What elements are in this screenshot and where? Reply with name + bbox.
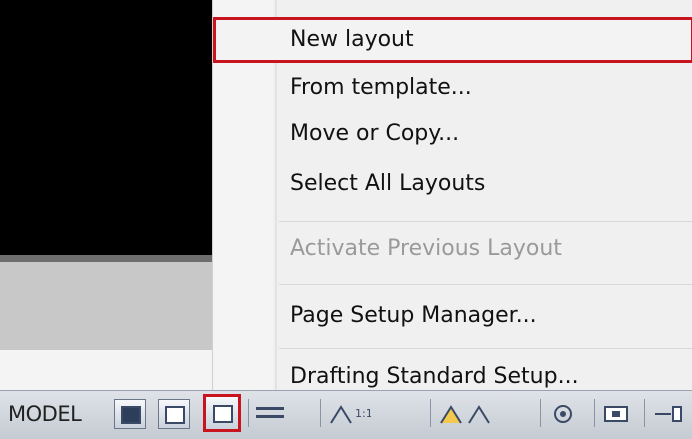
- menu-separator: [279, 284, 692, 285]
- menu-item-move-or-copy[interactable]: Move or Copy...: [213, 116, 692, 152]
- annotation-scale-icon[interactable]: 1:1: [320, 399, 376, 427]
- canvas-divider: [0, 255, 212, 262]
- menu-item-new-layout[interactable]: New layout: [213, 17, 692, 63]
- svg-text:1:1: 1:1: [355, 407, 371, 420]
- toolbar-lock-icon[interactable]: [594, 399, 638, 427]
- menu-item-select-all-layouts[interactable]: Select All Layouts: [213, 166, 692, 202]
- menu-separator: [279, 221, 692, 222]
- quick-view-layouts-icon[interactable]: [203, 394, 241, 432]
- model-label[interactable]: MODEL: [8, 402, 82, 426]
- menu-item-from-template[interactable]: From template...: [213, 70, 692, 106]
- layout-context-menu: New layout From template... Move or Copy…: [212, 0, 692, 393]
- status-tray-icon[interactable]: [644, 399, 690, 427]
- canvas-panel: [0, 262, 212, 350]
- menu-item-page-setup-manager[interactable]: Page Setup Manager...: [213, 298, 692, 334]
- menu-separator: [279, 348, 692, 349]
- quick-view-drawings-icon[interactable]: [248, 399, 288, 427]
- drawing-canvas[interactable]: [0, 0, 212, 255]
- workspace-icon[interactable]: [540, 399, 584, 427]
- model-space-icon[interactable]: [114, 399, 146, 429]
- layout-icon[interactable]: [158, 399, 190, 429]
- annotation-visibility-icon[interactable]: [430, 399, 500, 427]
- status-bar: MODEL 1:1: [0, 390, 692, 439]
- menu-item-activate-previous-layout: Activate Previous Layout: [290, 236, 562, 261]
- command-line-area: [0, 350, 212, 390]
- menu-item-drafting-standard-setup[interactable]: Drafting Standard Setup...: [213, 361, 692, 393]
